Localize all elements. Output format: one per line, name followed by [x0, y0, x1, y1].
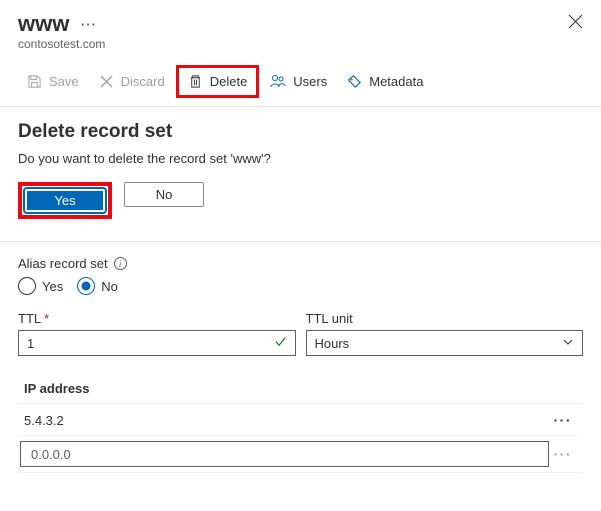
ttl-input[interactable]: 1: [18, 330, 296, 356]
delete-label: Delete: [210, 74, 248, 89]
no-button[interactable]: No: [124, 182, 204, 207]
discard-button: Discard: [90, 68, 174, 95]
alias-no-label: No: [101, 279, 118, 294]
ip-row: 5.4.3.2 ···: [18, 405, 583, 436]
save-button: Save: [18, 68, 88, 95]
page-subtitle: contosotest.com: [18, 37, 583, 51]
ip-input-row: 0.0.0.0 ···: [18, 436, 583, 473]
alias-no-radio[interactable]: No: [77, 277, 118, 295]
yes-button-highlight: Yes: [18, 182, 112, 219]
discard-icon: [99, 74, 114, 89]
more-menu-icon[interactable]: ···: [81, 17, 97, 32]
users-button[interactable]: Users: [261, 68, 336, 95]
alias-radio-group: Yes No: [18, 277, 583, 295]
discard-label: Discard: [121, 74, 165, 89]
metadata-icon: [347, 74, 362, 89]
page-title: www: [18, 11, 69, 37]
delete-button[interactable]: Delete: [176, 65, 260, 98]
chevron-down-icon: [562, 336, 574, 351]
yes-button[interactable]: Yes: [25, 189, 105, 212]
alias-yes-label: Yes: [42, 279, 63, 294]
metadata-button[interactable]: Metadata: [338, 68, 432, 95]
toolbar: Save Discard Delete Users Metadata: [0, 57, 601, 107]
ip-input[interactable]: 0.0.0.0: [20, 441, 549, 467]
divider: [0, 241, 601, 242]
radio-icon: [18, 277, 36, 295]
alias-label: Alias record set i: [18, 256, 583, 271]
ip-header: IP address: [18, 374, 583, 404]
ip-placeholder: 0.0.0.0: [31, 447, 71, 462]
users-icon: [270, 74, 286, 89]
ttl-label: TTL*: [18, 311, 296, 326]
metadata-label: Metadata: [369, 74, 423, 89]
users-label: Users: [293, 74, 327, 89]
dialog-title: Delete record set: [18, 121, 583, 143]
close-icon[interactable]: [568, 14, 583, 32]
ttl-unit-label: TTL unit: [306, 311, 584, 326]
radio-icon: [77, 277, 95, 295]
check-icon: [274, 335, 287, 351]
trash-icon: [188, 74, 203, 89]
alias-yes-radio[interactable]: Yes: [18, 277, 63, 295]
save-label: Save: [49, 74, 79, 89]
info-icon[interactable]: i: [114, 257, 127, 270]
ttl-unit-value: Hours: [315, 336, 350, 351]
row-more-icon: ···: [549, 446, 578, 462]
ttl-value: 1: [27, 336, 34, 351]
row-more-icon[interactable]: ···: [549, 412, 578, 428]
ttl-unit-select[interactable]: Hours: [306, 330, 584, 356]
save-icon: [27, 74, 42, 89]
dialog-text: Do you want to delete the record set 'ww…: [18, 151, 583, 166]
ip-value: 5.4.3.2: [24, 413, 549, 428]
